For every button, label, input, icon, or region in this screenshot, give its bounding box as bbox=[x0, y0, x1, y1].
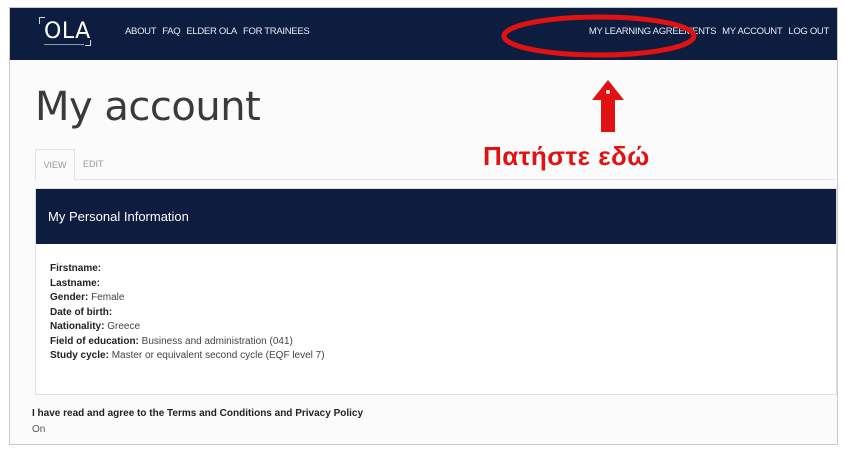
nav-for-trainees[interactable]: FOR TRAINEES bbox=[243, 26, 310, 37]
logo-underline bbox=[44, 44, 84, 45]
nav-about[interactable]: ABOUT bbox=[125, 26, 157, 37]
instruction-annotation: Πατήστε εδώ bbox=[483, 141, 650, 171]
field-gender: Gender: Female bbox=[50, 291, 836, 306]
field-value: Master or equivalent second cycle (EQF l… bbox=[111, 350, 325, 361]
personal-info-card: My Personal Information Firstname: Lastn… bbox=[35, 188, 837, 395]
field-label: Field of education: bbox=[50, 335, 139, 347]
field-value: Greece bbox=[107, 321, 141, 332]
logo-mark-corner bbox=[85, 40, 91, 46]
account-tabs: VIEW EDIT bbox=[35, 149, 835, 181]
field-education: Field of education: Business and adminis… bbox=[50, 335, 836, 350]
nav-faq[interactable]: FAQ bbox=[162, 26, 180, 37]
field-date-of-birth: Date of birth: bbox=[50, 306, 836, 321]
field-label: Gender: bbox=[50, 292, 89, 303]
top-navbar: OLA ABOUT FAQ ELDER OLA FOR TRAINEES MY … bbox=[10, 8, 837, 60]
field-study-cycle: Study cycle: Master or equivalent second… bbox=[50, 349, 836, 364]
ola-logo[interactable]: OLA bbox=[44, 19, 91, 44]
field-label: Lastname: bbox=[50, 277, 101, 289]
account-nav: MY LEARNING AGREEMENTS MY ACCOUNT LOG OU… bbox=[589, 26, 829, 37]
field-label: Nationality: bbox=[50, 321, 105, 332]
browser-page: OLA ABOUT FAQ ELDER OLA FOR TRAINEES MY … bbox=[9, 7, 838, 445]
field-nationality: Nationality: Greece bbox=[50, 320, 836, 335]
terms-label: I have read and agree to the Terms and C… bbox=[32, 408, 364, 419]
field-label: Firstname: bbox=[50, 263, 102, 274]
page-title: My account bbox=[35, 84, 261, 130]
tab-view[interactable]: VIEW bbox=[35, 149, 75, 181]
nav-elder-ola[interactable]: ELDER OLA bbox=[186, 26, 237, 37]
tab-edit[interactable]: EDIT bbox=[83, 149, 104, 179]
nav-my-account[interactable]: MY ACCOUNT bbox=[722, 26, 782, 37]
nav-my-learning-agreements[interactable]: MY LEARNING AGREEMENTS bbox=[589, 26, 717, 37]
field-value: Business and administration (041) bbox=[141, 335, 293, 347]
nav-log-out[interactable]: LOG OUT bbox=[788, 26, 829, 37]
field-firstname: Firstname: bbox=[50, 262, 836, 277]
main-nav: ABOUT FAQ ELDER OLA FOR TRAINEES bbox=[125, 26, 310, 37]
field-value: Female bbox=[91, 292, 125, 303]
field-label: Date of birth: bbox=[50, 306, 113, 318]
personal-info-list: Firstname: Lastname: Gender: Female Date… bbox=[36, 244, 836, 364]
field-label: Study cycle: bbox=[50, 350, 109, 361]
field-lastname: Lastname: bbox=[50, 277, 836, 292]
card-title: My Personal Information bbox=[36, 189, 836, 244]
terms-value: On bbox=[32, 424, 46, 435]
